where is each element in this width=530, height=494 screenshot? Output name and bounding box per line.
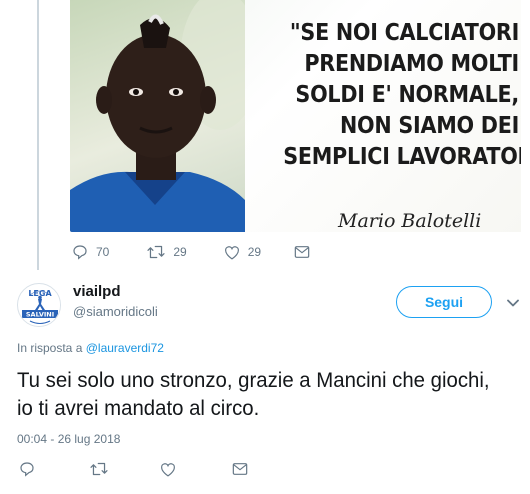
chevron-down-icon <box>507 299 519 307</box>
retweet-count: 29 <box>173 245 187 259</box>
like-button[interactable] <box>160 462 176 477</box>
reply-handle-link[interactable]: @lauraverdi72 <box>86 341 164 355</box>
reply-icon <box>73 245 87 260</box>
quote-line: SOLDI E' NORMALE, <box>295 82 519 108</box>
quote-line: SEMPLICI LAVORATORI" <box>283 144 521 170</box>
reply-icon <box>20 462 34 477</box>
screen-name[interactable]: @siamoridicoli <box>73 304 158 319</box>
thread-connector-line <box>37 0 39 270</box>
like-count: 29 <box>247 245 262 259</box>
reply-count: 70 <box>96 245 110 259</box>
avatar-band-text: SALVINI <box>26 311 54 319</box>
portrait-illustration <box>70 0 260 232</box>
attached-image[interactable]: "SE NOI CALCIATORI PRENDIAMO MOLTI SOLDI… <box>70 0 521 232</box>
message-icon <box>232 463 248 475</box>
tweet-timestamp[interactable]: 00:04 - 26 lug 2018 <box>17 432 120 446</box>
display-name[interactable]: viailpd <box>73 283 121 300</box>
parent-reply-button[interactable]: 70 <box>72 244 109 260</box>
lega-salvini-logo: LEGA SALVINI <box>19 285 60 326</box>
tweet-header: LEGA SALVINI viailpd @siamoridicoli Segu… <box>17 283 527 331</box>
tweet-action-bar <box>19 461 248 477</box>
retweet-button[interactable] <box>90 461 108 477</box>
parent-like-button[interactable]: 29 <box>224 245 261 260</box>
parent-retweet-button[interactable]: 29 <box>147 244 187 260</box>
quote-line: PRENDIAMO MOLTI <box>304 51 519 77</box>
like-icon <box>161 462 175 477</box>
retweet-icon <box>90 462 108 476</box>
message-icon <box>294 246 310 258</box>
follow-button[interactable]: Segui <box>396 286 492 318</box>
image-quote-text: "SE NOI CALCIATORI PRENDIAMO MOLTI SOLDI… <box>283 18 521 173</box>
avatar[interactable]: LEGA SALVINI <box>17 283 61 327</box>
more-options-button[interactable] <box>506 295 520 313</box>
portrait-photo <box>70 0 260 232</box>
message-button[interactable] <box>232 462 248 476</box>
reply-prefix: In risposta a <box>17 341 83 355</box>
reply-button[interactable] <box>19 461 35 477</box>
parent-message-button[interactable] <box>294 245 310 259</box>
like-icon <box>224 245 239 260</box>
quote-line: "SE NOI CALCIATORI <box>289 20 519 46</box>
quote-line: NON SIAMO DEI <box>339 113 519 139</box>
retweet-icon <box>147 245 165 259</box>
tweet-text: Tu sei solo uno stronzo, grazie a Mancin… <box>17 369 490 420</box>
reply-context: In risposta a @lauraverdi72 <box>17 341 164 355</box>
image-signature: Mario Balotelli <box>338 210 482 232</box>
parent-action-bar: 70 29 29 <box>72 244 310 260</box>
